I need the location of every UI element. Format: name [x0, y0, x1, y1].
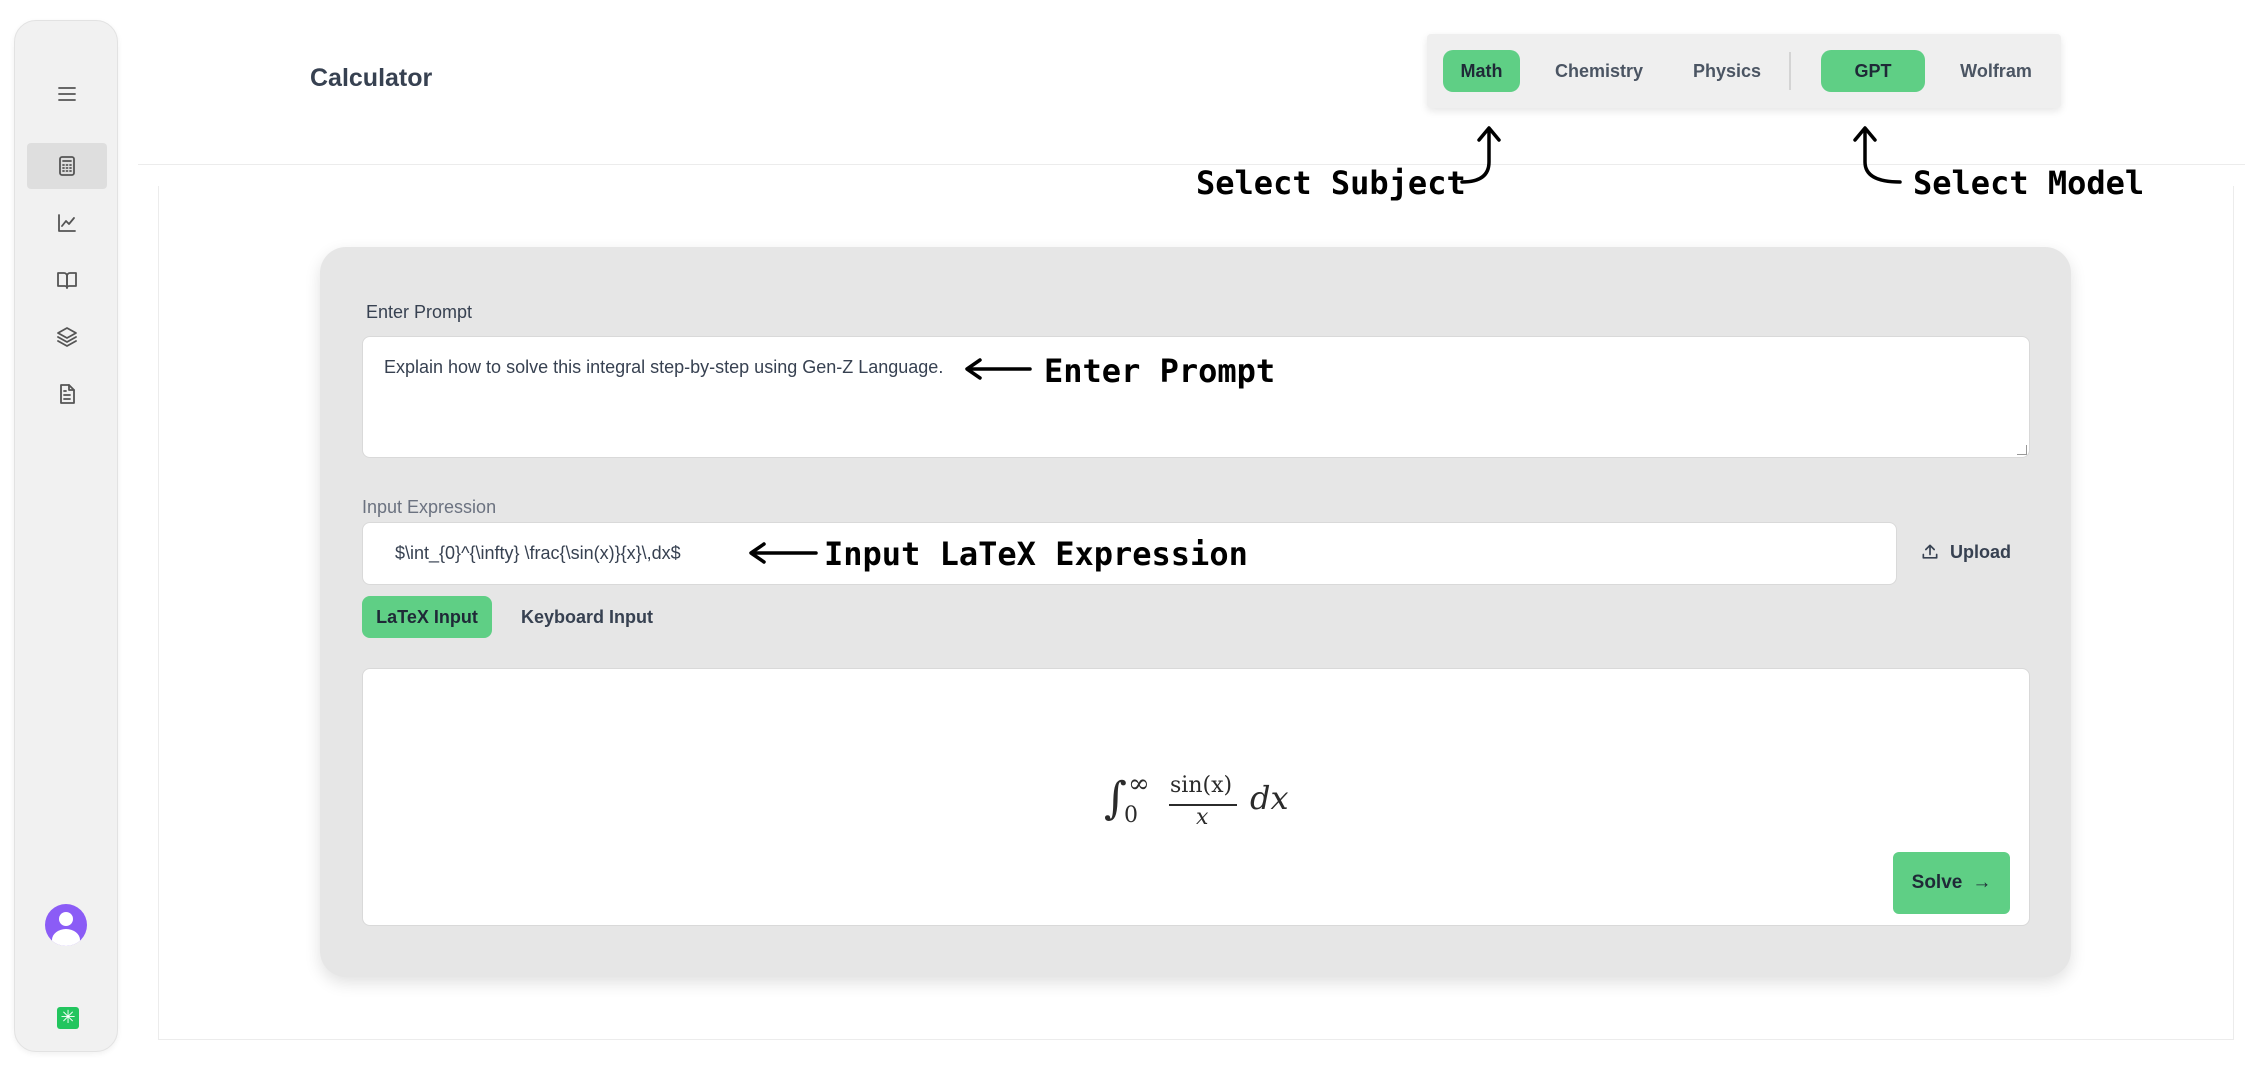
input-latex-arrow — [749, 542, 818, 564]
annotation-input-latex: Input LaTeX Expression — [824, 535, 1248, 573]
file-text-icon — [60, 384, 75, 404]
upload-button[interactable]: Upload — [1920, 534, 2011, 570]
sidebar-item-layers[interactable] — [27, 314, 107, 360]
hamburger-icon — [58, 87, 76, 101]
layers-icon — [57, 327, 77, 347]
arrow-right-icon: → — [1972, 872, 1992, 893]
solve-label: Solve — [1911, 872, 1963, 893]
differential: dx — [1250, 779, 1289, 817]
solve-button[interactable]: Solve → — [1893, 852, 2010, 914]
resize-handle[interactable] — [2017, 445, 2027, 455]
sidebar-item-calculator[interactable] — [27, 143, 107, 189]
tab-math[interactable]: Math — [1443, 50, 1520, 92]
fraction-numerator: sin(x) — [1170, 773, 1233, 798]
tab-physics[interactable]: Physics — [1672, 50, 1782, 92]
subject-model-toggle-bar: Math Chemistry Physics GPT Wolfram — [1427, 34, 2061, 108]
book-open-icon — [57, 272, 77, 289]
upload-label: Upload — [1950, 541, 2011, 562]
sparkle-logo-icon[interactable]: ✳ — [57, 1007, 79, 1029]
integral-lower-bound: 0 — [1124, 803, 1138, 828]
model-gpt[interactable]: GPT — [1821, 50, 1925, 92]
math-preview: ∫ ∞ 0 sin(x) x dx Solve → — [362, 668, 2030, 926]
integral-upper-bound: ∞ — [1128, 769, 1150, 799]
tab-chemistry[interactable]: Chemistry — [1537, 50, 1661, 92]
calculator-icon — [59, 156, 75, 176]
expression-text: $\int_{0}^{\infty} \frac{\sin(x)}{x}\,dx… — [395, 543, 681, 563]
fraction-denominator: x — [1196, 805, 1209, 830]
user-avatar-icon[interactable] — [45, 904, 87, 946]
model-wolfram[interactable]: Wolfram — [1942, 50, 2050, 92]
expression-label: Input Expression — [362, 497, 497, 517]
prompt-text: Explain how to solve this integral step-… — [384, 357, 944, 377]
page-title: Calculator — [310, 64, 433, 92]
prompt-label: Enter Prompt — [366, 302, 473, 322]
annotation-enter-prompt: Enter Prompt — [1044, 352, 1276, 390]
chart-line-icon — [58, 214, 76, 232]
latex-input-button[interactable]: LaTeX Input — [362, 596, 492, 638]
menu-button[interactable] — [27, 71, 107, 117]
sidebar-item-book[interactable] — [27, 257, 107, 303]
sidebar: ✳ — [14, 20, 118, 1052]
keyboard-input-button[interactable]: Keyboard Input — [512, 596, 662, 638]
toggle-divider — [1789, 52, 1791, 90]
upload-icon — [1922, 544, 1938, 559]
sidebar-item-graph[interactable] — [27, 200, 107, 246]
sidebar-item-document[interactable] — [27, 371, 107, 417]
